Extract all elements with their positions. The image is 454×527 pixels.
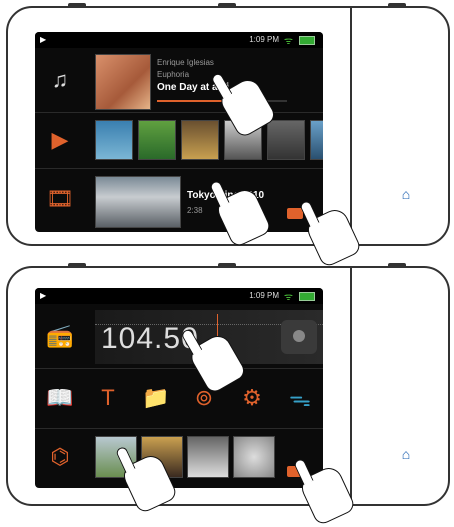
speaker-icon — [281, 320, 317, 354]
video-thumbnail — [95, 176, 181, 228]
battery-icon — [299, 36, 315, 45]
battery-icon — [299, 292, 315, 301]
wifi-icon: ᯤ — [283, 36, 293, 47]
device-button — [68, 263, 86, 267]
thumbnail[interactable] — [310, 120, 323, 160]
device-button — [218, 263, 236, 267]
radio-row[interactable]: 📻 104.50 — [35, 304, 323, 369]
photos-row[interactable]: ⌬ — [35, 428, 323, 488]
album-name: Euphoria — [157, 70, 190, 79]
video-play-icon: ▶ — [51, 127, 69, 152]
folder-icon[interactable]: 📁 — [141, 383, 171, 413]
play-indicator-icon: ▶ — [40, 35, 47, 44]
apps-row[interactable]: 📖 T 📁 ⊚ ⚙ ᯓ — [35, 368, 323, 429]
gear-icon[interactable]: ⚙ — [237, 383, 267, 413]
thumbnail[interactable] — [138, 120, 176, 160]
video-duration: 2:38 — [187, 206, 203, 215]
radio-icon: 📻 — [46, 323, 74, 348]
device-bottom: ▶ 1:09 PM ᯤ 📻 104.50 📖 T 📁 ⊚ ⚙ ᯓ ⌬ ⌂ — [6, 263, 450, 506]
device-button — [388, 3, 406, 7]
thumbnail[interactable] — [181, 120, 219, 160]
film-row[interactable]: 🎞 Tokyo Line 2010 2:38 — [35, 168, 323, 232]
screen: ▶ 1:09 PM ᯤ 📻 104.50 📖 T 📁 ⊚ ⚙ ᯓ ⌬ — [35, 288, 323, 488]
device-button — [68, 3, 86, 7]
device-button — [388, 263, 406, 267]
text-icon[interactable]: T — [93, 383, 123, 413]
thumbnail[interactable] — [267, 120, 305, 160]
photo-icon: ⌬ — [50, 444, 70, 469]
play-indicator-icon: ▶ — [40, 291, 47, 300]
home-icon[interactable]: ⌂ — [398, 446, 414, 462]
artist-name: Enrique Iglesias — [157, 58, 214, 67]
status-bar: ▶ 1:09 PM ᯤ — [35, 32, 323, 48]
status-bar: ▶ 1:09 PM ᯤ — [35, 288, 323, 304]
music-note-icon: ♫ — [51, 67, 69, 92]
photo-thumbnail[interactable] — [233, 436, 275, 478]
status-time: 1:09 PM — [249, 291, 279, 300]
device-button — [218, 3, 236, 7]
swirl-icon[interactable]: ᯓ — [285, 383, 315, 413]
photo-thumbnail[interactable] — [187, 436, 229, 478]
music-row[interactable]: ♫ Enrique Iglesias Euphoria One Day at a… — [35, 48, 323, 113]
film-strip-icon: 🎞 — [46, 186, 74, 211]
status-time: 1:09 PM — [249, 35, 279, 44]
thumbnail[interactable] — [95, 120, 133, 160]
video-row[interactable]: ▶ — [35, 112, 323, 169]
book-icon[interactable]: 📖 — [45, 383, 75, 413]
screen: ▶ 1:09 PM ᯤ ♫ Enrique Iglesias Euphoria … — [35, 32, 323, 232]
home-icon[interactable]: ⌂ — [398, 186, 414, 202]
album-art — [95, 54, 151, 110]
divider — [350, 8, 352, 244]
divider — [350, 268, 352, 504]
wifi-icon: ᯤ — [283, 292, 293, 303]
